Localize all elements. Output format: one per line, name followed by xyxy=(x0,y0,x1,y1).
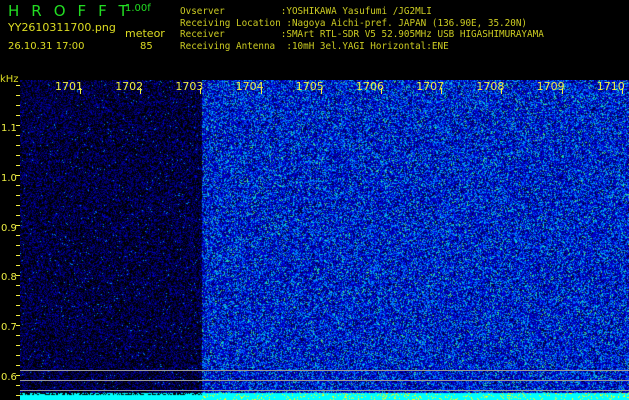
x-tick xyxy=(261,88,262,94)
x-tick-label: 1705 xyxy=(296,80,324,93)
y-tick xyxy=(16,95,20,96)
y-tick xyxy=(16,135,20,136)
x-tick xyxy=(381,88,382,94)
y-tick xyxy=(16,345,20,346)
y-tick xyxy=(16,165,20,166)
y-tick xyxy=(16,245,20,246)
receiver-line: Receiver :SMArt RTL-SDR V5 52.905MHz USB… xyxy=(180,29,544,41)
antenna-line: Receiving Antenna :10mH 3el.YAGI Horizon… xyxy=(180,41,544,53)
y-tick-label: 0.6 xyxy=(1,372,17,383)
y-tick-label: 1.1 xyxy=(1,123,17,134)
y-tick-label: 0.9 xyxy=(1,223,17,234)
x-tick-label: 1708 xyxy=(476,80,504,93)
x-tick-label: 1706 xyxy=(356,80,384,93)
y-tick xyxy=(16,155,20,156)
x-tick-label: 1704 xyxy=(236,80,264,93)
y-tick xyxy=(16,325,20,326)
datetime: 26.10.31 17:00 xyxy=(8,41,85,52)
y-tick xyxy=(16,385,20,386)
y-tick xyxy=(16,395,20,396)
y-tick xyxy=(16,285,20,286)
y-tick xyxy=(16,255,20,256)
y-tick xyxy=(16,175,20,176)
x-tick xyxy=(562,88,563,94)
y-tick xyxy=(16,305,20,306)
reference-line xyxy=(20,370,629,371)
y-tick xyxy=(16,115,20,116)
x-tick-label: 1710 xyxy=(597,80,625,93)
x-tick-label: 1703 xyxy=(175,80,203,93)
x-tick xyxy=(501,88,502,94)
y-tick xyxy=(16,215,20,216)
x-tick-label: 1709 xyxy=(537,80,565,93)
y-tick xyxy=(16,105,20,106)
x-tick xyxy=(622,88,623,94)
y-tick xyxy=(16,315,20,316)
app-title: HROFFT xyxy=(8,2,140,20)
x-tick xyxy=(140,88,141,94)
y-tick xyxy=(16,225,20,226)
y-tick xyxy=(16,195,20,196)
y-tick-label: 1.0 xyxy=(1,173,17,184)
x-tick xyxy=(441,88,442,94)
y-tick xyxy=(16,355,20,356)
location-line: Receiving Location :Nagoya Aichi-pref. J… xyxy=(180,18,544,30)
y-tick xyxy=(16,275,20,276)
y-tick xyxy=(16,335,20,336)
y-tick-label: 0.7 xyxy=(1,322,17,333)
y-tick xyxy=(16,85,20,86)
x-tick-label: 1701 xyxy=(55,80,83,93)
station-info: Ovserver :YOSHIKAWA Yasufumi /JG2MLI Rece… xyxy=(180,6,544,52)
observer-line: Ovserver :YOSHIKAWA Yasufumi /JG2MLI xyxy=(180,6,544,18)
reference-line xyxy=(20,380,629,381)
x-tick-label: 1702 xyxy=(115,80,143,93)
reference-line xyxy=(20,390,629,391)
x-tick xyxy=(80,88,81,94)
spectrogram xyxy=(20,80,629,400)
y-tick-label: 0.8 xyxy=(1,272,17,283)
x-tick-label: 1707 xyxy=(416,80,444,93)
x-tick xyxy=(321,88,322,94)
x-tick xyxy=(200,88,201,94)
y-tick xyxy=(16,125,20,126)
mode-label: meteor xyxy=(125,27,165,40)
y-tick xyxy=(16,205,20,206)
y-tick xyxy=(16,295,20,296)
y-tick xyxy=(16,265,20,266)
meteor-count: 85 xyxy=(140,41,153,52)
y-tick xyxy=(16,185,20,186)
y-tick xyxy=(16,365,20,366)
version: 1.00f xyxy=(125,3,151,14)
y-tick xyxy=(16,145,20,146)
y-tick xyxy=(16,375,20,376)
y-axis-unit: kHz xyxy=(0,74,19,85)
y-tick xyxy=(16,235,20,236)
filename: YY2610311700.png xyxy=(8,21,116,34)
